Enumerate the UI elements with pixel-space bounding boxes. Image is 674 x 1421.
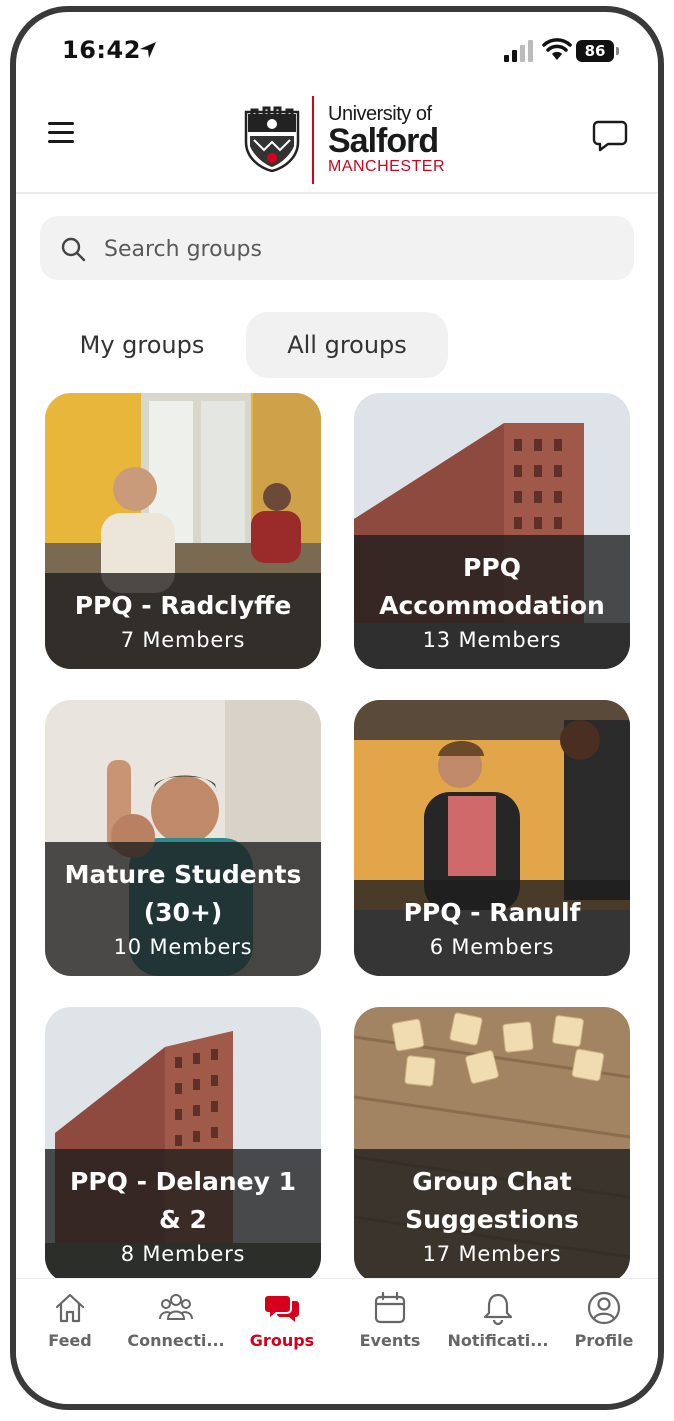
group-card-overlay: PPQ - Delaney 1 & 2 8 Members [45,1149,321,1283]
cellular-signal-icon [504,40,533,62]
group-card-overlay: Mature Students (30+) 10 Members [45,842,321,976]
group-title: PPQ - Delaney 1 & 2 [70,1167,296,1234]
university-logo: University of Salford MANCHESTER [244,96,445,186]
group-card[interactable]: Group Chat Suggestions 17 Members [354,1007,630,1283]
status-time: 16:42 [62,36,141,64]
bottom-navigation: Feed Connecti... Groups Events Notificat… [16,1278,658,1404]
nav-label-feed: Feed [48,1331,92,1350]
status-bar: 16:42 86 [16,12,658,82]
group-members: 7 Members [120,628,246,652]
group-card-overlay: PPQ - Ranulf 6 Members [354,880,630,976]
nav-item-events[interactable]: Events [336,1279,444,1350]
bell-icon [483,1293,513,1325]
group-card[interactable]: PPQ Accommodation 13 Members [354,393,630,669]
group-title: PPQ Accommodation [379,553,605,620]
menu-line [48,131,74,134]
logo-line-2: Salford [328,122,439,160]
nav-item-notifications[interactable]: Notificati... [444,1279,552,1350]
group-title: Group Chat Suggestions [405,1167,579,1234]
group-card-overlay: Group Chat Suggestions 17 Members [354,1149,630,1283]
group-card[interactable]: PPQ - Delaney 1 & 2 8 Members [45,1007,321,1283]
group-members: 13 Members [422,628,562,652]
logo-divider [312,96,314,184]
group-card-overlay: PPQ Accommodation 13 Members [354,535,630,669]
nav-label-events: Events [359,1331,421,1350]
battery-indicator: 86 [576,40,620,62]
group-members: 8 Members [120,1242,246,1266]
hamburger-menu-button[interactable] [44,118,80,148]
group-members: 6 Members [429,935,555,959]
app-header: University of Salford MANCHESTER [16,82,658,194]
logo-line-3: MANCHESTER [328,158,446,175]
logo-line-1: University of [328,103,432,125]
nav-item-profile[interactable]: Profile [550,1279,658,1350]
group-card[interactable]: Mature Students (30+) 10 Members [45,700,321,976]
group-title: PPQ - Radclyffe [74,591,292,620]
group-card-overlay: PPQ - Radclyffe 7 Members [45,573,321,669]
group-members: 10 Members [113,935,253,959]
nav-item-connections[interactable]: Connecti... [122,1279,230,1350]
nav-label-notifications: Notificati... [447,1331,549,1350]
crest-icon [244,106,300,172]
search-bar[interactable] [40,216,634,282]
wifi-icon [542,38,572,60]
battery-level: 86 [576,40,614,62]
logo-wordmark: University of Salford MANCHESTER [328,104,445,175]
nav-item-groups[interactable]: Groups [228,1279,336,1350]
tab-all-groups[interactable]: All groups [246,312,448,378]
nav-item-feed[interactable]: Feed [16,1279,124,1350]
phone-frame: 16:42 86 University of Salford MANCHESTE… [10,6,664,1410]
nav-label-profile: Profile [574,1331,634,1350]
screen: 16:42 86 University of Salford MANCHESTE… [16,12,658,1404]
location-arrow-icon [140,42,156,58]
group-members: 17 Members [422,1242,562,1266]
nav-label-groups: Groups [249,1331,315,1350]
chat-bubbles-icon [265,1296,299,1322]
menu-line [48,140,74,143]
nav-label-connections: Connecti... [127,1331,225,1350]
search-icon [61,237,86,262]
calendar-icon [374,1291,406,1324]
group-card[interactable]: PPQ - Radclyffe 7 Members [45,393,321,669]
group-card[interactable]: PPQ - Ranulf 6 Members [354,700,630,976]
group-title: PPQ - Ranulf [403,898,581,927]
messages-icon[interactable] [592,118,628,154]
search-input[interactable] [102,216,606,282]
user-circle-icon [587,1291,621,1325]
people-icon [159,1294,193,1320]
home-icon [55,1293,85,1323]
menu-line [48,122,74,125]
tab-my-groups[interactable]: My groups [56,312,228,378]
battery-tip [616,47,619,55]
group-title: Mature Students (30+) [64,860,302,927]
